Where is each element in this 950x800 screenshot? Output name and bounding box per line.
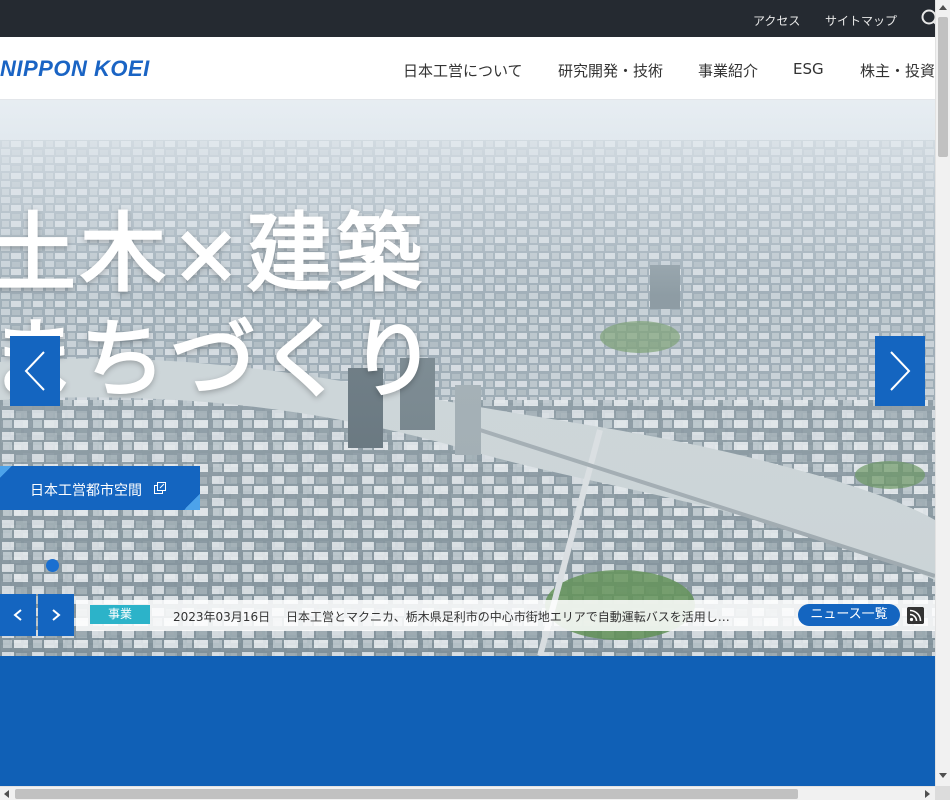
hero-slider: 土木×建築 まちづくり 日本工営都市空間 事業 2023年03月16日 日本工営…: [0, 100, 935, 656]
news-ticker: 事業 2023年03月16日 日本工営とマクニカ、栃木県足利市の中心市街地エリア…: [0, 594, 935, 637]
horizontal-scroll-thumb[interactable]: [15, 789, 798, 799]
utility-bar: アクセス サイトマップ: [0, 0, 935, 37]
hero-prev-button[interactable]: [10, 336, 60, 406]
nav-business[interactable]: 事業紹介: [698, 60, 758, 81]
hero-cta-button[interactable]: 日本工営都市空間: [0, 466, 200, 510]
nav-investors[interactable]: 株主・投資: [860, 60, 935, 81]
scroll-down-arrow[interactable]: [939, 773, 947, 778]
chevron-left-icon: [13, 609, 22, 621]
scrollbar-corner: [935, 786, 950, 800]
news-next-button[interactable]: [38, 594, 74, 636]
hero-cta-label: 日本工営都市空間: [30, 483, 142, 499]
access-link[interactable]: アクセス: [753, 12, 800, 29]
news-bar: 事業 2023年03月16日 日本工営とマクニカ、栃木県足利市の中心市街地エリア…: [76, 600, 935, 631]
chevron-right-icon: [52, 609, 61, 621]
news-list-button[interactable]: ニュース一覧: [798, 604, 900, 626]
scroll-left-arrow[interactable]: [4, 790, 9, 798]
rss-icon[interactable]: [907, 607, 924, 624]
hero-next-button[interactable]: [875, 336, 925, 406]
nippon-koei-logo[interactable]: NIPPON KOEI: [0, 53, 180, 83]
nav-research[interactable]: 研究開発・技術: [558, 60, 663, 81]
news-category-badge: 事業: [90, 605, 150, 624]
news-date: 2023年03月16日: [173, 610, 271, 624]
search-icon[interactable]: [920, 9, 935, 26]
hero-headline: 土木×建築 まちづくり: [0, 183, 440, 410]
chevron-left-icon: [24, 351, 45, 391]
news-headline-link[interactable]: 日本工営とマクニカ、栃木県足利市の中心市街地エリアで自動運転バスを活用し…: [286, 608, 768, 625]
scroll-right-arrow[interactable]: [925, 790, 930, 798]
site-header: NIPPON KOEI 日本工営について 研究開発・技術 事業紹介 ESG 株主…: [0, 37, 935, 100]
content-section: [0, 656, 935, 786]
logo-text: NIPPON KOEI: [0, 56, 150, 81]
scroll-up-arrow[interactable]: [939, 5, 947, 10]
external-link-icon: [154, 482, 166, 494]
chevron-right-icon: [890, 351, 911, 391]
news-prev-button[interactable]: [0, 594, 36, 636]
hero-headline-line-2: まちづくり: [0, 309, 440, 410]
slider-dot-active[interactable]: [46, 559, 59, 572]
nav-esg[interactable]: ESG: [793, 60, 824, 78]
vertical-scrollbar[interactable]: [935, 0, 950, 786]
sitemap-link[interactable]: サイトマップ: [825, 12, 897, 29]
vertical-scroll-thumb[interactable]: [938, 17, 948, 157]
nav-about[interactable]: 日本工営について: [403, 60, 523, 81]
horizontal-scrollbar[interactable]: [0, 786, 935, 800]
